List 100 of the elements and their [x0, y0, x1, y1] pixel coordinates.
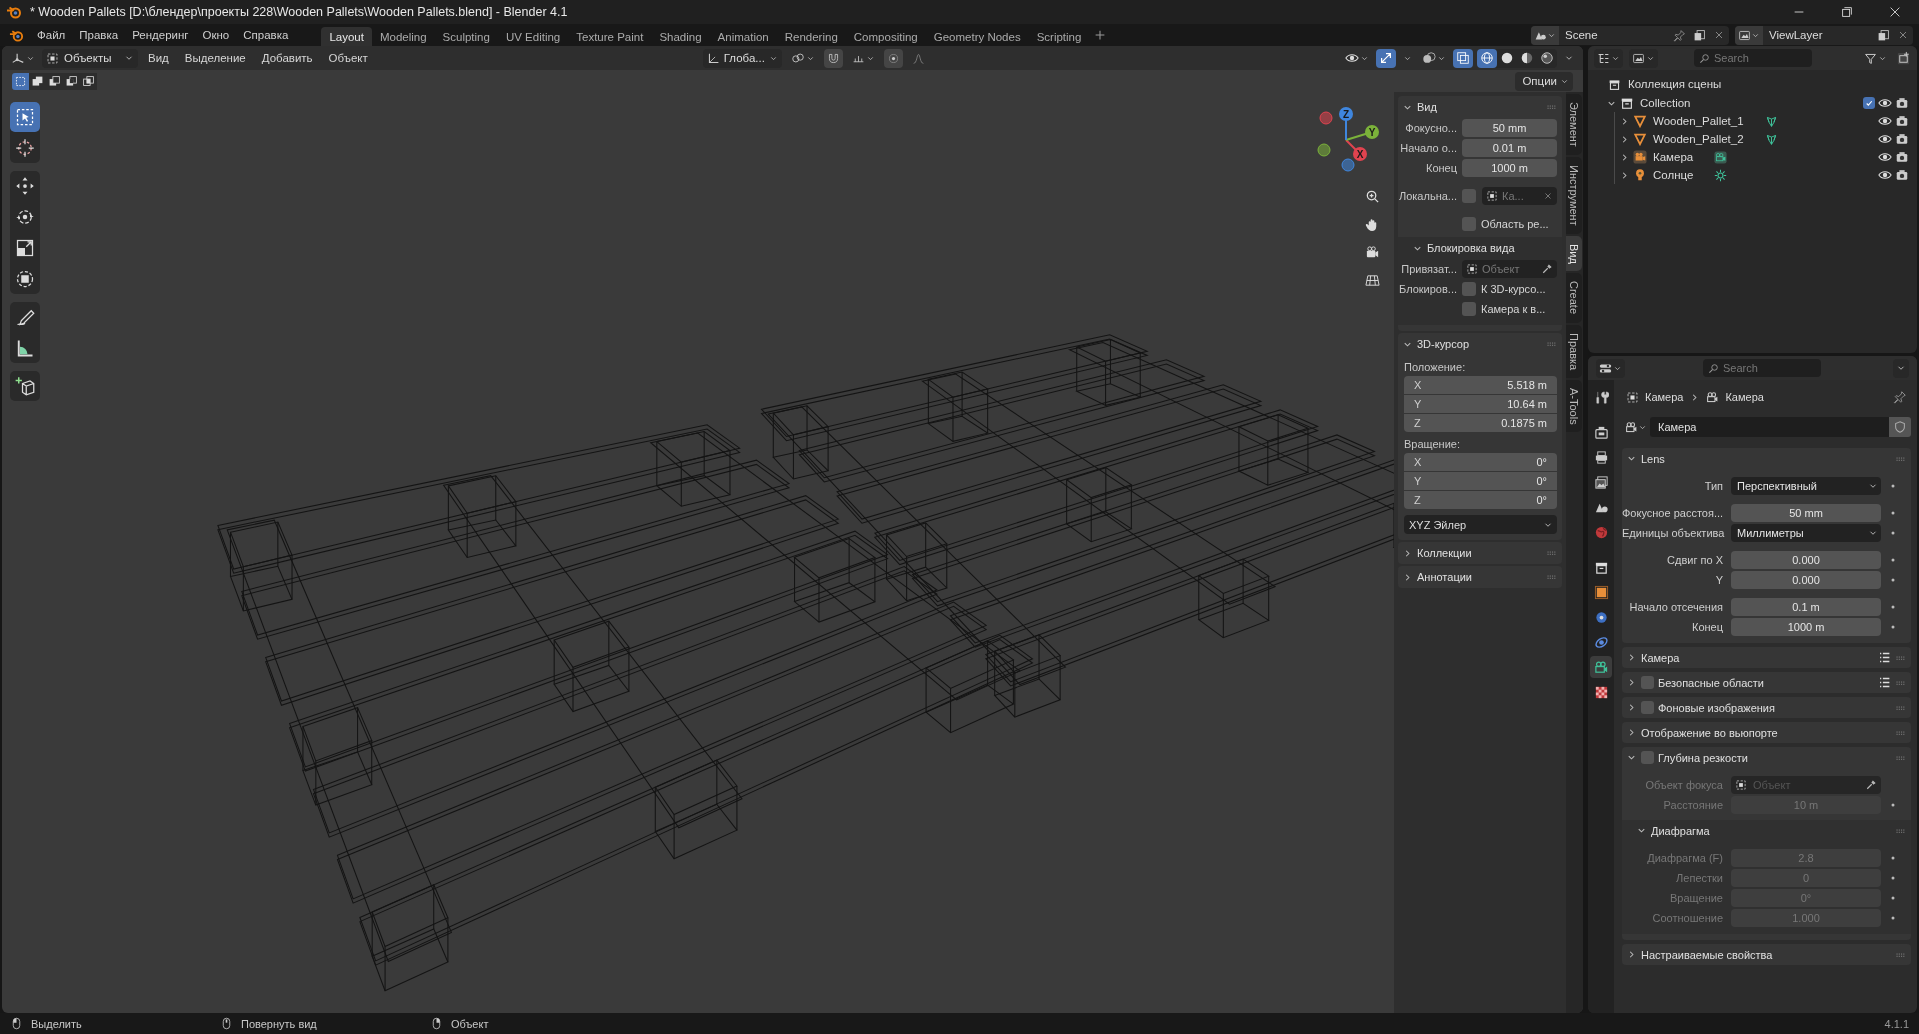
workspace-tab[interactable]: Sculpting: [434, 27, 498, 46]
select-mode-button[interactable]: [29, 72, 46, 90]
checkbox-label[interactable]: Область ре...: [1481, 217, 1549, 230]
checkbox[interactable]: [1462, 301, 1476, 316]
search-field[interactable]: Search: [1694, 49, 1812, 67]
checkbox[interactable]: [1641, 701, 1654, 714]
camera-icon[interactable]: [1895, 132, 1909, 146]
menu-item[interactable]: Справка: [236, 29, 296, 41]
orientation-dropdown[interactable]: Глоба...: [702, 48, 782, 68]
eyedropper-icon[interactable]: [1865, 778, 1877, 791]
panel-title[interactable]: 3D-курсор: [1417, 338, 1542, 350]
panel-title[interactable]: Вид: [1417, 101, 1542, 113]
select-mode-button[interactable]: [63, 72, 80, 90]
mesh-data-icon[interactable]: [1764, 114, 1778, 128]
checkbox[interactable]: [1462, 188, 1476, 203]
checkbox-label[interactable]: К 3D-курсо...: [1481, 282, 1546, 295]
clear-icon[interactable]: [1543, 190, 1553, 201]
eye-icon[interactable]: [1878, 150, 1892, 164]
shading-button[interactable]: [1477, 48, 1497, 68]
number-field[interactable]: Y 10.64 m: [1404, 395, 1557, 413]
number-field[interactable]: 0.01 m: [1462, 138, 1557, 157]
workspace-tab[interactable]: Geometry Nodes: [925, 27, 1029, 46]
dropdown[interactable]: Перспективный: [1731, 476, 1881, 495]
new-collection-icon[interactable]: [1896, 50, 1911, 66]
workspace-tab[interactable]: Texture Paint: [568, 27, 652, 46]
eye-icon[interactable]: [1878, 168, 1892, 182]
sun-icon[interactable]: [1714, 168, 1728, 182]
breadcrumb-item[interactable]: Камера: [1645, 391, 1684, 403]
checkbox[interactable]: [1641, 676, 1654, 689]
outliner-item[interactable]: Collection: [1640, 97, 1691, 109]
editor-type-button[interactable]: [1596, 358, 1625, 378]
checkbox[interactable]: [1462, 281, 1476, 296]
negative-axis-dot[interactable]: [1319, 111, 1333, 125]
number-field[interactable]: Z 0°: [1404, 491, 1557, 509]
editor-type-button[interactable]: [1594, 48, 1623, 68]
number-field[interactable]: 50 mm: [1462, 118, 1557, 137]
workspace-tab[interactable]: Animation: [709, 27, 777, 46]
search-field[interactable]: Search: [1703, 359, 1821, 377]
camera-icon[interactable]: [1895, 114, 1909, 128]
dropdown[interactable]: Миллиметры: [1731, 523, 1881, 542]
breadcrumb-item[interactable]: Камера: [1725, 391, 1764, 403]
checkbox[interactable]: [1641, 751, 1654, 764]
menu-item[interactable]: Вид: [142, 52, 175, 64]
select-mode-button[interactable]: [80, 72, 97, 90]
object-field[interactable]: Объект: [1462, 259, 1557, 278]
display-mode-button[interactable]: [1629, 48, 1658, 68]
number-field[interactable]: X 0°: [1404, 453, 1557, 471]
workspace-tab[interactable]: Layout: [321, 27, 372, 46]
workspace-tab[interactable]: Compositing: [845, 27, 926, 46]
rotation-mode-dropdown[interactable]: XYZ Эйлер: [1404, 515, 1557, 534]
eye-icon[interactable]: [1878, 96, 1892, 110]
outliner-item[interactable]: Wooden_Pallet_2: [1653, 133, 1744, 145]
outliner-item[interactable]: Коллекция сцены: [1628, 78, 1722, 90]
workspace-tab[interactable]: Shading: [651, 27, 710, 46]
close-icon[interactable]: [1713, 29, 1725, 41]
checkbox[interactable]: [1462, 216, 1476, 231]
eye-icon[interactable]: [1878, 132, 1892, 146]
negative-axis-dot[interactable]: [1317, 143, 1331, 157]
select-mode-button[interactable]: [12, 72, 29, 90]
number-field[interactable]: 50 mm: [1731, 503, 1881, 522]
camera-data-icon[interactable]: [1714, 150, 1728, 164]
workspace-tab[interactable]: Scripting: [1028, 27, 1090, 46]
datablock-name-field[interactable]: Камера: [1650, 417, 1889, 437]
panel-title[interactable]: Диафрагма: [1651, 824, 1891, 837]
selector-type-button[interactable]: [1735, 25, 1763, 45]
menu-item[interactable]: Добавить: [255, 52, 319, 64]
menu-item[interactable]: Правка: [72, 29, 126, 41]
menu-item[interactable]: Рендеринг: [125, 29, 196, 41]
checkbox-label[interactable]: Камера к в...: [1481, 302, 1546, 315]
mesh-data-icon[interactable]: [1764, 132, 1778, 146]
number-field[interactable]: X 5.518 m: [1404, 376, 1557, 394]
outliner-item[interactable]: Солнце: [1653, 169, 1694, 181]
menu-item[interactable]: Выделение: [178, 52, 252, 64]
workspace-tab[interactable]: UV Editing: [497, 27, 569, 46]
number-field[interactable]: 0.1 m: [1731, 597, 1881, 616]
outliner-item[interactable]: Wooden_Pallet_1: [1653, 115, 1744, 127]
camera-icon[interactable]: [1364, 244, 1380, 260]
select-mode-button[interactable]: [46, 72, 63, 90]
workspace-tab[interactable]: Rendering: [776, 27, 846, 46]
negative-axis-dot[interactable]: [1341, 158, 1355, 172]
number-field[interactable]: Y 0°: [1404, 472, 1557, 490]
number-field[interactable]: 1000 m: [1731, 617, 1881, 636]
duplicate-icon[interactable]: [1692, 28, 1706, 42]
selector-type-button[interactable]: [1531, 25, 1559, 45]
sidebar-tab[interactable]: Create: [1566, 273, 1582, 323]
sidebar-tab[interactable]: A-Tools: [1566, 379, 1582, 433]
pin-icon[interactable]: [1672, 28, 1686, 42]
tool-button[interactable]: [10, 102, 40, 132]
number-field[interactable]: Z 0.1875 m: [1404, 414, 1557, 432]
zoom-icon[interactable]: [1364, 188, 1380, 204]
properties-tab[interactable]: [1590, 656, 1612, 678]
eye-icon[interactable]: [1878, 114, 1892, 128]
presets-list-icon[interactable]: [1878, 651, 1891, 664]
presets-list-icon[interactable]: [1878, 676, 1891, 689]
xray-toggle[interactable]: [1453, 48, 1473, 68]
proportional-edit-toggle[interactable]: [883, 48, 903, 68]
pin-icon[interactable]: [1893, 390, 1907, 404]
sidebar-tab[interactable]: Элемент: [1566, 94, 1582, 155]
sidebar-tab[interactable]: Правка: [1566, 324, 1582, 378]
close-icon[interactable]: [1897, 29, 1909, 41]
